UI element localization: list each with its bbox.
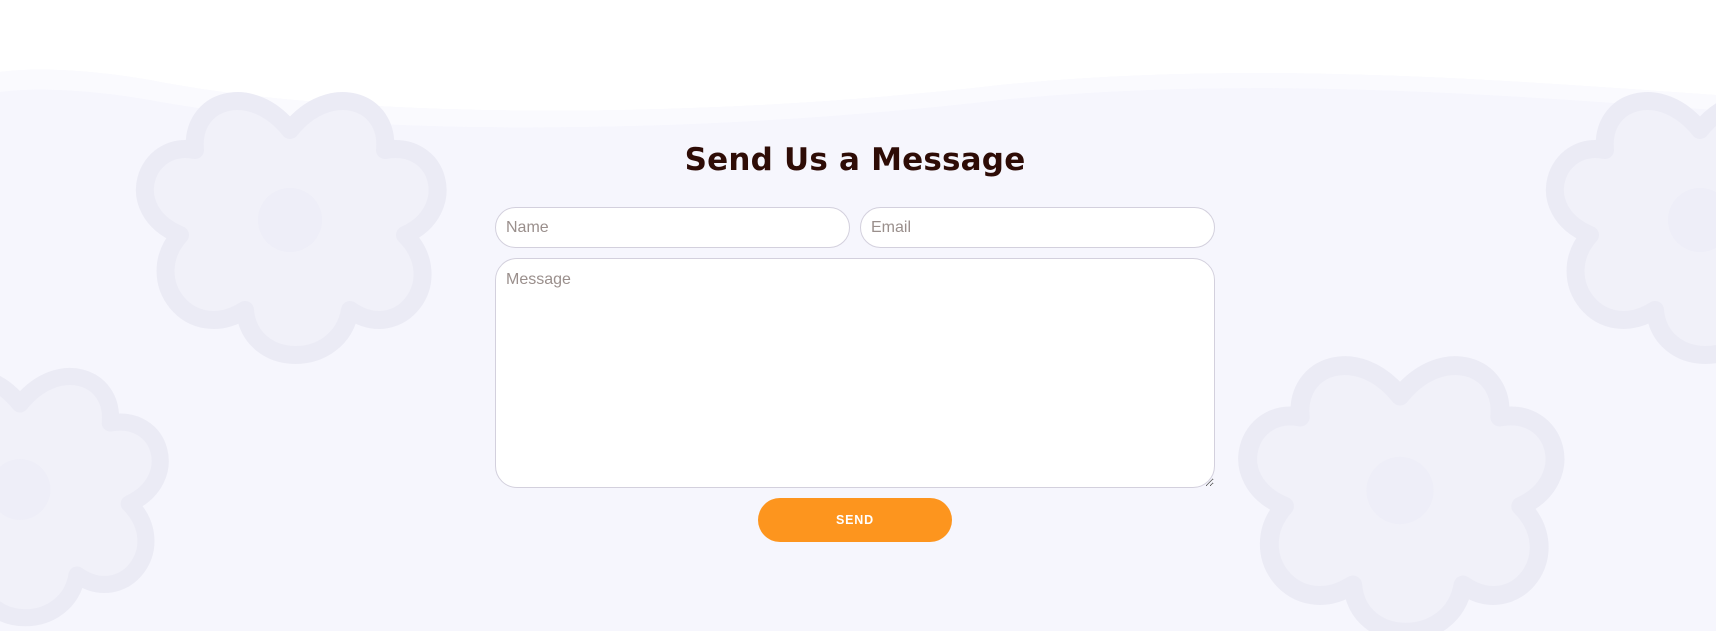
form-title: Send Us a Message [684, 142, 1026, 178]
email-input[interactable] [860, 207, 1215, 248]
name-input[interactable] [495, 207, 850, 248]
contact-section: Send Us a Message SEND [0, 0, 1716, 631]
send-button[interactable]: SEND [758, 498, 952, 542]
message-textarea[interactable] [495, 258, 1215, 488]
